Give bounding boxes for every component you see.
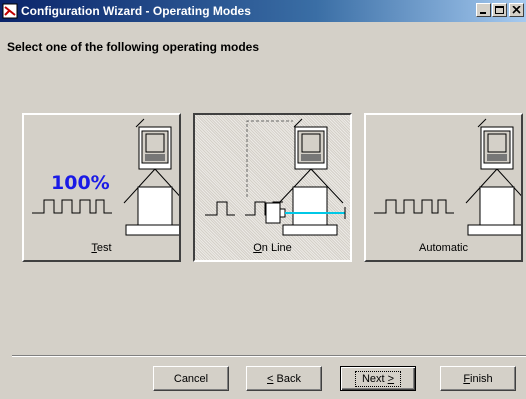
back-label: < Back [267, 372, 301, 385]
next-button[interactable]: Next > [340, 366, 416, 391]
mode-automatic-label: Automatic [419, 242, 468, 254]
instruction-text: Select one of the following operating mo… [7, 40, 260, 54]
mode-online-label: On Line [253, 242, 292, 254]
title-bar[interactable]: Configuration Wizard - Operating Modes [0, 0, 526, 22]
minimize-icon [480, 12, 486, 14]
window-title: Configuration Wizard - Operating Modes [21, 4, 251, 18]
cancel-button[interactable]: Cancel [153, 366, 229, 391]
maximize-icon [495, 6, 504, 14]
separator-highlight [12, 356, 526, 357]
online-mode-illustration [205, 118, 346, 236]
automatic-mode-illustration [374, 118, 521, 236]
mode-automatic-button[interactable]: Automatic [364, 113, 523, 262]
maximize-button[interactable] [492, 3, 507, 17]
back-button[interactable]: < Back [246, 366, 322, 391]
close-icon [512, 6, 521, 14]
mode-test-button[interactable]: 100% Test [22, 113, 181, 262]
wizard-app-icon [2, 3, 18, 19]
finish-label: Finish [463, 372, 493, 385]
test-percentage: 100% [51, 172, 110, 194]
close-button[interactable] [509, 3, 524, 17]
minimize-button[interactable] [476, 3, 491, 17]
next-label: Next > [354, 370, 402, 387]
finish-button[interactable]: Finish [440, 366, 516, 391]
cancel-label: Cancel [173, 372, 209, 385]
mode-test-label: Test [91, 242, 112, 254]
mode-online-button[interactable]: On Line [193, 113, 352, 262]
